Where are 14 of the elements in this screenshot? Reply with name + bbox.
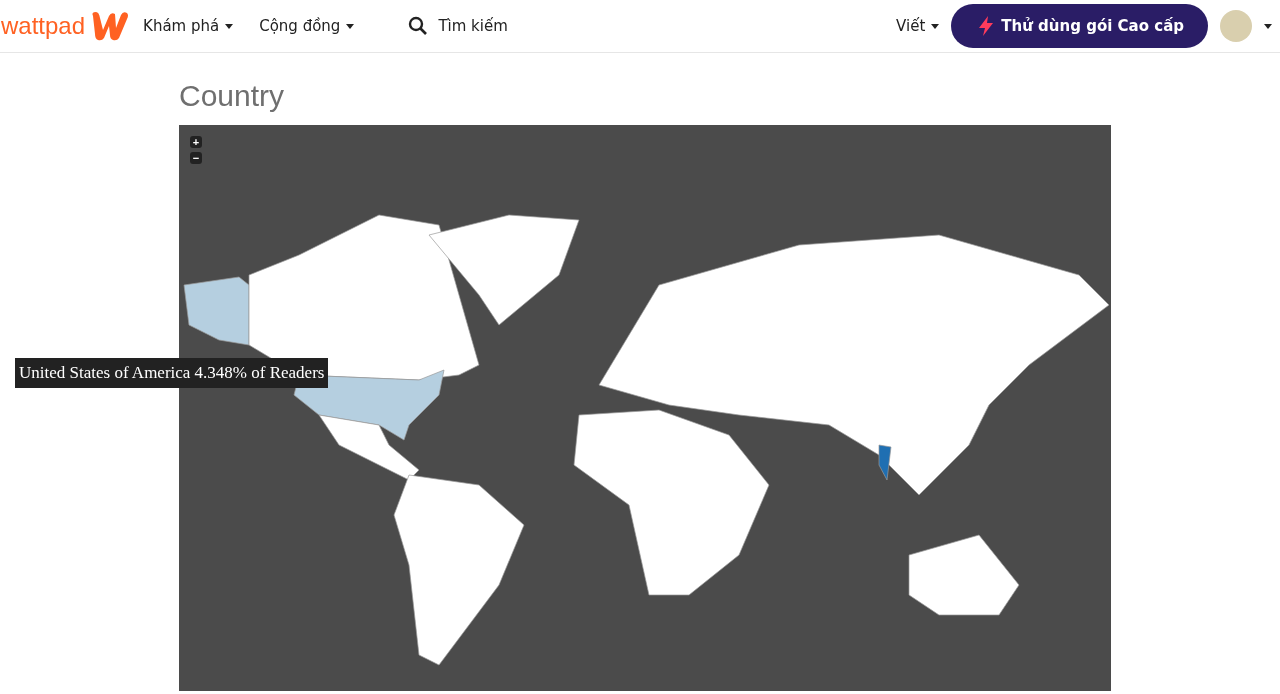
zoom-button[interactable]: + xyxy=(190,136,202,148)
write-menu[interactable]: Viết xyxy=(896,17,940,35)
lightning-icon xyxy=(977,16,996,36)
map-tooltip: United States of America 4.348% of Readers xyxy=(15,358,329,388)
premium-button[interactable]: Thử dùng gói Cao cấp xyxy=(951,4,1208,48)
nav-menu[interactable]: Khám phá xyxy=(143,17,234,35)
caret-icon xyxy=(346,23,355,29)
search-icon xyxy=(408,16,429,36)
section-title: Country xyxy=(179,79,286,113)
nav-menu[interactable]: Cộng đồng xyxy=(259,17,355,35)
zoom-button[interactable]: − xyxy=(190,152,202,164)
caret-icon xyxy=(931,23,940,29)
caret-icon[interactable] xyxy=(1264,23,1272,29)
caret-icon xyxy=(225,23,234,29)
